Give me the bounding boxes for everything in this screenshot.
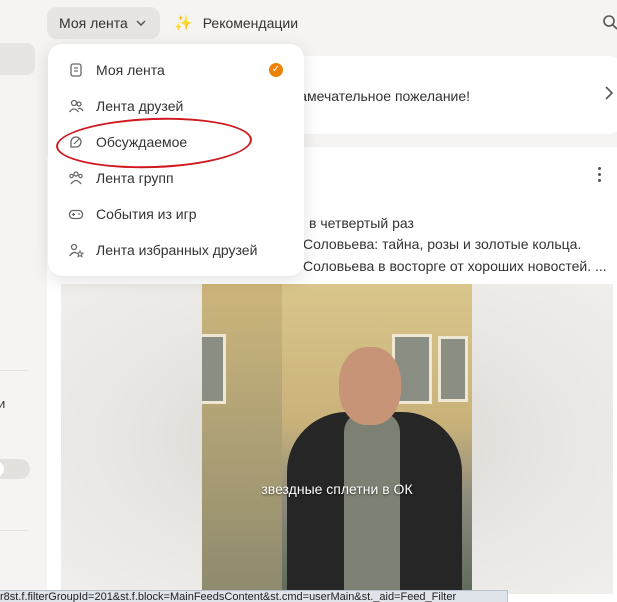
favorite-friends-icon (68, 243, 84, 258)
post-text-line: Соловьева: тайна, розы и золотые кольца. (303, 236, 582, 252)
check-icon: ✓ (269, 63, 283, 77)
dropdown-item-my-feed[interactable]: Моя лента ✓ (48, 52, 304, 88)
recommendations-label: Рекомендации (202, 15, 299, 31)
sidebar: и (0, 0, 38, 602)
chevron-down-icon (136, 17, 146, 29)
groups-icon (69, 171, 83, 185)
dropdown-item-label: События из игр (96, 206, 197, 222)
dropdown-item-label: Лента избранных друзей (96, 242, 258, 258)
dropdown-item-label: Лента друзей (96, 98, 184, 114)
friends-icon (68, 99, 84, 113)
video-caption: звездные сплетни в ОК (261, 481, 413, 497)
feed-icon (70, 63, 82, 77)
video-thumbnail[interactable]: звездные сплетни в ОК (202, 284, 472, 594)
sidebar-divider (0, 530, 28, 531)
dropdown-item-label: Моя лента (96, 62, 165, 78)
person-head (339, 347, 401, 425)
sidebar-toggle[interactable] (0, 459, 30, 479)
chevron-right-icon[interactable] (605, 84, 614, 105)
post-text-line: в четвертый раз (309, 215, 414, 231)
search-icon[interactable] (602, 14, 617, 30)
more-options-icon[interactable] (595, 167, 603, 185)
toggle-knob (0, 461, 4, 477)
status-bar-url: r8st.f.filterGroupId=201&st.f.block=Main… (0, 590, 508, 602)
feed-filter-label: Моя лента (59, 15, 128, 31)
dropdown-item-label: Лента групп (96, 170, 174, 186)
gamepad-icon (68, 209, 84, 220)
post-media[interactable]: звездные сплетни в ОК (61, 284, 613, 594)
sparkle-icon: ✨ (174, 15, 193, 32)
dropdown-item-game-events[interactable]: События из игр (48, 196, 304, 232)
dropdown-item-favorite-friends[interactable]: Лента избранных друзей (48, 232, 304, 268)
sidebar-partial-text: и (0, 396, 6, 411)
sidebar-divider (0, 370, 28, 371)
greeting-text: ! Замечательное пожелание! (283, 88, 471, 104)
recommendations-tab[interactable]: ✨ Рекомендации (174, 7, 298, 39)
greeting-card[interactable]: ! Замечательное пожелание! (283, 56, 617, 134)
post-text-line[interactable]: Соловьева в восторге от хороших новостей… (303, 258, 607, 274)
sidebar-active-item[interactable] (0, 43, 35, 75)
feed-filter-button[interactable]: Моя лента (47, 7, 160, 39)
